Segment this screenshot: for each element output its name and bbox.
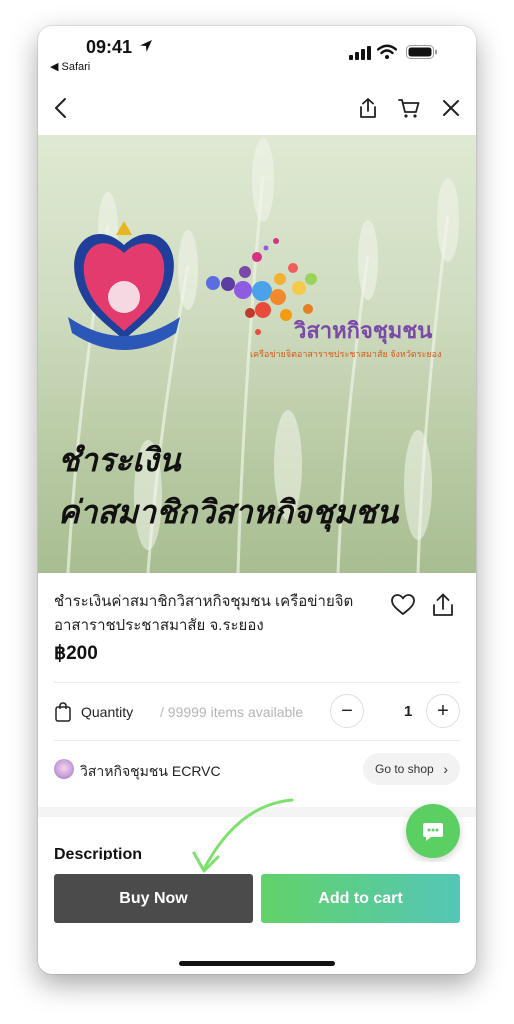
items-available: / 99999 items available [160, 704, 304, 720]
product-price: ฿200 [54, 643, 98, 664]
top-nav [38, 86, 476, 134]
annotation-arrow-icon [192, 798, 294, 873]
location-arrow-icon [140, 40, 152, 52]
chat-button[interactable] [406, 804, 460, 858]
heart-icon[interactable] [390, 592, 416, 618]
status-bar: 09:41 ◀ Safari [38, 26, 476, 76]
quantity-label: Quantity [81, 704, 134, 720]
back-to-safari[interactable]: ◀ Safari [50, 60, 90, 73]
divider [54, 682, 460, 683]
emblem-logo [68, 221, 180, 350]
description-heading: Description [54, 846, 143, 860]
wifi-icon [377, 44, 397, 59]
battery-icon [406, 45, 437, 59]
product-name: ชำระเงินค่าสมาชิกวิสาหกิจชุมชน เครือข่าย… [54, 593, 354, 634]
share-product-icon[interactable] [431, 592, 455, 618]
status-time: 09:41 [86, 37, 133, 57]
phone-screen: 09:41 ◀ Safari วิสาหกิจชุมชน เครือข่ายจิ… [38, 26, 476, 974]
go-to-shop-label: Go to shop [375, 762, 434, 776]
shop-row: วิสาหกิจชุมชน ECRVC Go to shop › [54, 751, 460, 787]
cart-icon[interactable] [397, 96, 421, 120]
quantity-value[interactable]: 1 [404, 703, 412, 720]
shop-avatar [54, 759, 74, 779]
close-icon[interactable] [439, 96, 463, 120]
product-image[interactable]: วิสาหกิจชุมชน เครือข่ายจิตอาสาราชประชาสม… [38, 135, 476, 573]
chevron-right-icon: › [443, 761, 448, 777]
add-to-cart-button[interactable]: Add to cart [261, 874, 460, 923]
shop-name[interactable]: วิสาหกิจชุมชน ECRVC [80, 761, 221, 783]
brand-subtitle: เครือข่ายจิตอาสาราชประชาสมาสัย จังหวัดระ… [250, 349, 442, 359]
shopping-bag-icon [55, 702, 71, 722]
home-indicator[interactable] [179, 961, 335, 966]
hero-title-line2: ค่าสมาชิกวิสาหกิจชุมชน [58, 494, 399, 530]
divider [54, 740, 460, 741]
chevron-left-icon[interactable] [50, 96, 74, 120]
buy-now-button[interactable]: Buy Now [54, 874, 253, 923]
share-icon[interactable] [356, 96, 380, 120]
go-to-shop-button[interactable]: Go to shop › [363, 753, 460, 785]
quantity-decrease-button[interactable]: − [330, 694, 364, 728]
hero-title-line1: ชำระเงิน [58, 442, 181, 478]
quantity-row: Quantity / 99999 items available − 1 + [54, 692, 460, 732]
chat-bubble-icon [423, 823, 443, 841]
signal-icon [349, 46, 371, 60]
quantity-increase-button[interactable]: + [426, 694, 460, 728]
brand-name: วิสาหกิจชุมชน [294, 318, 433, 343]
